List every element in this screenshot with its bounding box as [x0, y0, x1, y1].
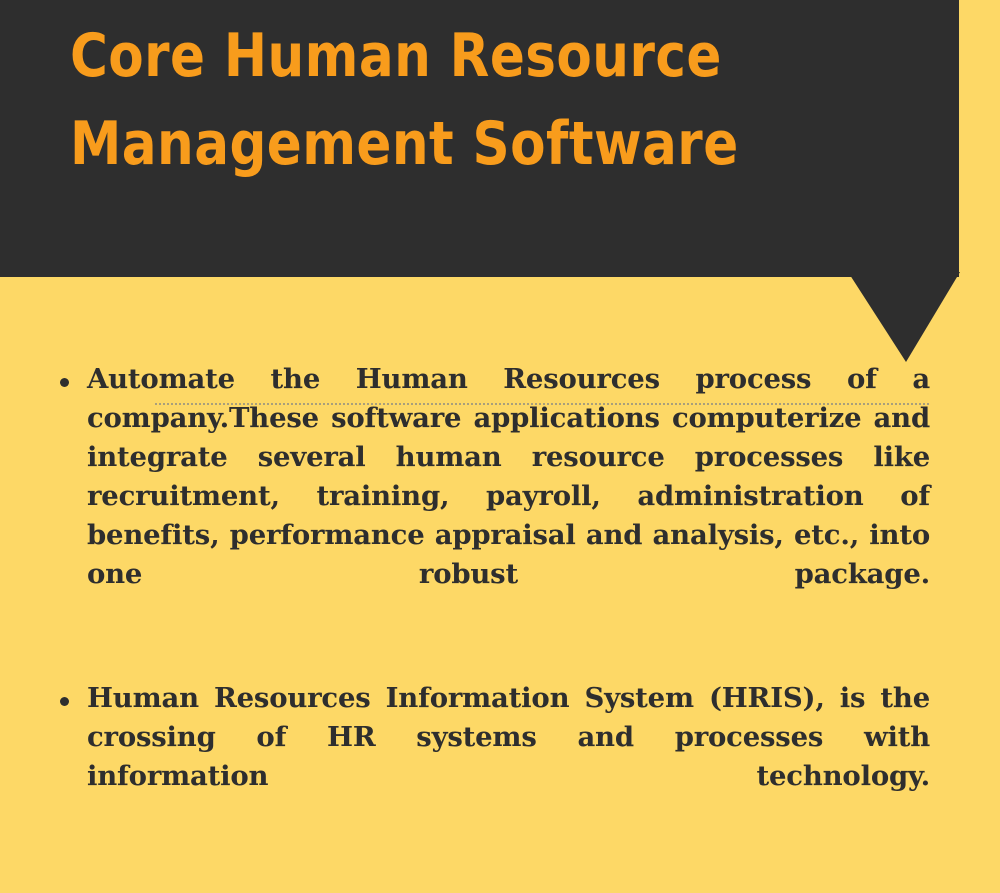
slide-canvas: Core Human Resource Management Software … [0, 0, 1000, 893]
spellcheck-underline [155, 403, 931, 405]
page-title-line-2: Management Software [70, 109, 739, 179]
list-item: Human Resources Information System (HRIS… [0, 679, 1000, 835]
bullet-text: Automate the Human Resources process of … [87, 363, 930, 590]
speech-bubble-tail-icon [848, 272, 960, 362]
bullet-marker-icon [60, 697, 69, 706]
page-title: Core Human Resource Management Software [0, 0, 959, 188]
body-content: Automate the Human Resources process of … [0, 360, 1000, 835]
page-title-line-1: Core Human Resource [70, 21, 722, 91]
bullet-text: Human Resources Information System (HRIS… [87, 682, 930, 792]
bullet-list: Automate the Human Resources process of … [0, 360, 1000, 835]
list-item: Automate the Human Resources process of … [0, 360, 1000, 633]
bullet-marker-icon [60, 378, 69, 387]
